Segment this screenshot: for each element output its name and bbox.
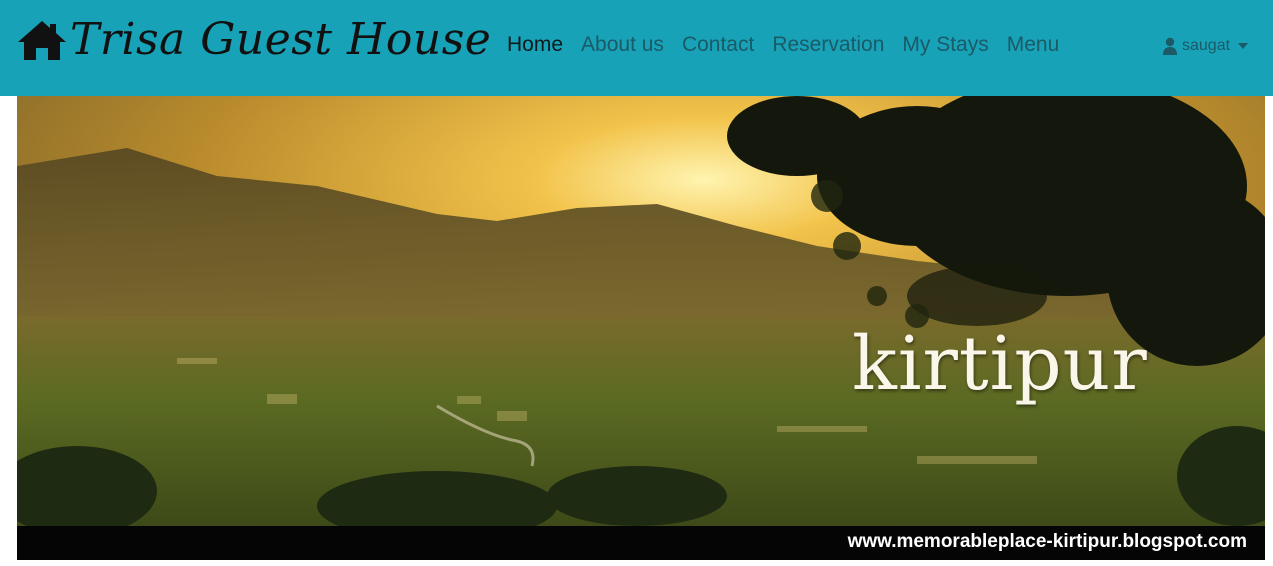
nav-home[interactable]: Home bbox=[507, 33, 563, 57]
nav-reservation[interactable]: Reservation bbox=[772, 33, 884, 57]
nav-links: Home About us Contact Reservation My Sta… bbox=[507, 33, 1077, 57]
chevron-down-icon bbox=[1238, 43, 1249, 49]
hero-caption-bar: www.memorableplace-kirtipur.blogspot.com bbox=[17, 526, 1265, 560]
user-name: saugat bbox=[1182, 37, 1231, 54]
user-icon bbox=[1163, 37, 1177, 55]
brand-title: Trisa Guest House bbox=[70, 14, 492, 65]
navbar: Trisa Guest House Home About us Contact … bbox=[0, 0, 1273, 96]
home-icon bbox=[18, 21, 66, 60]
nav-menu[interactable]: Menu bbox=[1007, 33, 1060, 57]
hero-url: www.memorableplace-kirtipur.blogspot.com bbox=[847, 531, 1247, 552]
hero-title: kirtipur bbox=[852, 321, 1148, 407]
nav-contact[interactable]: Contact bbox=[682, 33, 754, 57]
nav-my-stays[interactable]: My Stays bbox=[902, 33, 988, 57]
user-dropdown[interactable]: saugat bbox=[1162, 37, 1249, 55]
nav-about[interactable]: About us bbox=[581, 33, 664, 57]
brand-link[interactable]: Trisa Guest House bbox=[16, 10, 491, 70]
hero-banner: kirtipur www.memorableplace-kirtipur.blo… bbox=[17, 96, 1265, 560]
